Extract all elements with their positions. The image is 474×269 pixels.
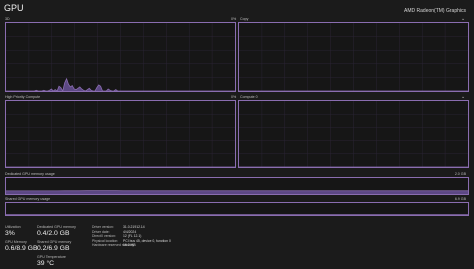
details-values: 31.0.21912.14 4/4/2024 12 (FL 12.1) PCI …: [123, 225, 233, 248]
shared-gpu-memory-value: 0.2/6.9 GB: [37, 245, 70, 252]
dedicated-gpu-memory-label: Dedicated GPU memory: [37, 225, 76, 229]
graph-dedicated-memory: [5, 177, 469, 195]
engine-percent-compute0: 0%: [231, 95, 237, 99]
graph-3d: [5, 22, 236, 92]
page-title: GPU: [4, 3, 24, 13]
chart-compute0: [239, 101, 468, 167]
detail-value-hardware-reserved-memory: 16.2 MB: [123, 243, 136, 248]
dedicated-gpu-memory-value: 0.4/2.0 GB: [37, 230, 70, 237]
series-area: [6, 190, 468, 194]
dedicated-memory-max: 2.0 GB: [454, 172, 466, 176]
shared-memory-max: 6.9 GB: [454, 197, 466, 201]
dedicated-memory-label: Dedicated GPU memory usage: [5, 172, 55, 176]
chart-copy: [239, 23, 468, 91]
chart-shared-memory: [6, 214, 468, 215]
utilization-value: 3%: [5, 230, 15, 237]
shared-memory-label: Shared GPU memory usage: [5, 197, 51, 201]
utilization-label: Utilization: [5, 225, 21, 229]
engine-label-compute0[interactable]: Compute 0: [240, 95, 258, 99]
gpu-temperature-value: 39 °C: [37, 260, 55, 267]
chart-dedicated-memory: [6, 190, 468, 194]
gpu-memory-label: GPU Memory: [5, 240, 27, 244]
gpu-name: AMD Radeon(TM) Graphics: [404, 8, 466, 14]
engine-label-copy[interactable]: Copy: [240, 17, 248, 21]
gpu-temperature-label: GPU Temperature: [37, 255, 66, 259]
chart-high-priority-compute: [6, 101, 235, 167]
shared-gpu-memory-label: Shared GPU memory: [37, 240, 72, 244]
engine-label-high-priority-compute[interactable]: High Priority Compute: [5, 95, 40, 99]
gpu-memory-value: 0.6/8.9 GB: [5, 245, 38, 252]
engine-percent-copy: 0%: [231, 17, 237, 21]
chart-3d: [6, 23, 235, 91]
graph-high-priority-compute: [5, 100, 236, 168]
graph-shared-memory: [5, 202, 469, 216]
graph-copy: [238, 22, 469, 92]
engine-label-3d[interactable]: 3D: [5, 17, 10, 21]
graph-compute0: [238, 100, 469, 168]
